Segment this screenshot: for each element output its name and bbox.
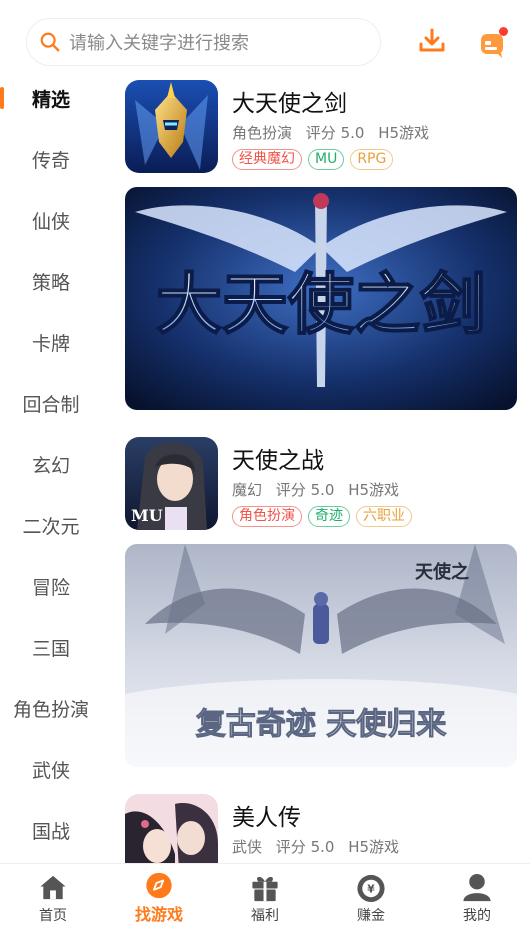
- sidebar-item-national-war[interactable]: 国战: [0, 800, 102, 861]
- sidebar-item-legend[interactable]: 传奇: [0, 129, 102, 190]
- game-tag: 奇迹: [308, 506, 350, 527]
- sidebar-item-wuxia[interactable]: 武侠: [0, 739, 102, 800]
- game-meta: 武侠 评分 5.0 H5游戏: [232, 836, 408, 857]
- game-platform: H5游戏: [348, 838, 400, 856]
- sidebar-item-fantasy[interactable]: 玄幻: [0, 434, 102, 495]
- tab-earn[interactable]: ¥ 赚金: [318, 864, 424, 925]
- tab-label: 找游戏: [134, 905, 183, 924]
- game-title: 美人传: [232, 805, 301, 831]
- sidebar-item-rpg[interactable]: 角色扮演: [0, 678, 102, 739]
- game-category: 角色扮演: [232, 124, 293, 142]
- icon-text: MU: [131, 506, 163, 525]
- banner-title: 大天使之剑: [156, 266, 486, 343]
- tab-home[interactable]: 首页: [0, 864, 106, 925]
- game-icon[interactable]: [125, 794, 218, 863]
- search-icon: [40, 32, 60, 52]
- category-sidebar: 精选 传奇 仙侠 策略 卡牌 回合制 玄幻 二次元 冒险 三国 角色扮演 武侠 …: [0, 68, 102, 863]
- game-title: 大天使之剑: [232, 91, 347, 117]
- game-tags: 角色扮演 奇迹 六职业: [232, 506, 412, 527]
- game-platform: H5游戏: [378, 124, 430, 142]
- game-rating: 评分 5.0: [275, 481, 335, 499]
- game-banner[interactable]: 大天使之剑: [125, 187, 517, 410]
- game-meta: 角色扮演 评分 5.0 H5游戏: [232, 122, 438, 143]
- game-platform: H5游戏: [348, 481, 400, 499]
- user-icon: [463, 873, 491, 902]
- tab-mine[interactable]: 我的: [424, 864, 530, 925]
- tab-label: 首页: [39, 908, 67, 924]
- search-bar[interactable]: 请输入关键字进行搜索: [26, 18, 381, 66]
- compass-icon: [146, 872, 172, 899]
- tab-welfare[interactable]: 福利: [212, 864, 318, 925]
- bottom-tab-bar: 首页 找游戏 福利 ¥ 赚金 我的: [0, 863, 530, 925]
- game-tags: 经典魔幻 MU RPG: [232, 149, 394, 170]
- sidebar-item-adventure[interactable]: 冒险: [0, 556, 102, 617]
- download-icon[interactable]: [417, 26, 447, 56]
- tab-label: 我的: [463, 908, 491, 924]
- game-tag: RPG: [350, 149, 394, 170]
- tab-find-games[interactable]: 找游戏: [106, 864, 212, 925]
- sidebar-item-xianxia[interactable]: 仙侠: [0, 190, 102, 251]
- game-list: 大天使之剑 角色扮演 评分 5.0 H5游戏 经典魔幻 MU RPG 大天使之剑…: [102, 68, 530, 863]
- sidebar-item-anime[interactable]: 二次元: [0, 495, 102, 556]
- game-icon[interactable]: MU: [125, 437, 218, 530]
- unread-badge: [499, 27, 508, 36]
- sidebar-item-strategy[interactable]: 策略: [0, 251, 102, 312]
- tab-label: 福利: [251, 908, 279, 924]
- banner-corner-logo: 天使之: [415, 561, 469, 583]
- game-banner[interactable]: 天使之 复古奇迹 天使归来: [125, 544, 517, 767]
- money-bag-icon: ¥: [357, 874, 385, 903]
- game-category: 武侠: [232, 838, 263, 856]
- sidebar-item-three-kingdoms[interactable]: 三国: [0, 617, 102, 678]
- sidebar-item-featured[interactable]: 精选: [0, 68, 102, 129]
- game-tag: 经典魔幻: [232, 149, 302, 170]
- game-rating: 评分 5.0: [275, 838, 335, 856]
- gift-icon: [252, 876, 278, 902]
- game-title: 天使之战: [232, 448, 324, 474]
- game-meta: 魔幻 评分 5.0 H5游戏: [232, 479, 408, 500]
- home-icon: [40, 875, 66, 900]
- game-tag: 六职业: [356, 506, 412, 527]
- tab-label: 赚金: [357, 908, 385, 924]
- game-tag: MU: [308, 149, 345, 170]
- svg-text:¥: ¥: [367, 882, 375, 895]
- sidebar-item-turn-based[interactable]: 回合制: [0, 373, 102, 434]
- game-rating: 评分 5.0: [305, 124, 365, 142]
- game-category: 魔幻: [232, 481, 263, 499]
- banner-title: 复古奇迹 天使归来: [196, 707, 446, 742]
- sidebar-item-card[interactable]: 卡牌: [0, 312, 102, 373]
- search-placeholder[interactable]: 请输入关键字进行搜索: [69, 29, 249, 55]
- game-icon[interactable]: [125, 80, 218, 173]
- game-tag: 角色扮演: [232, 506, 302, 527]
